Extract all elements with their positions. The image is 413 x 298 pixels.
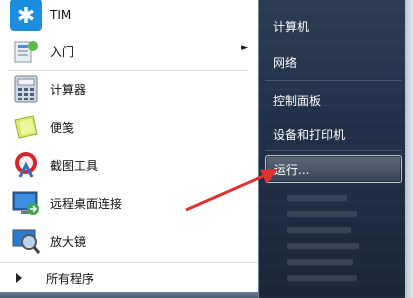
system-links-pane: 计算机 网络 控制面板 设备和打印机 运行... [259,0,413,298]
program-item-calculator[interactable]: 计算器 [8,70,256,108]
magnifier-icon [10,225,42,257]
all-programs-label: 所有程序 [46,271,95,286]
program-item-magnifier[interactable]: 放大镜 [8,222,256,260]
separator [265,150,402,151]
program-label: 便笺 [50,120,75,135]
svg-text:✱: ✱ [17,4,35,28]
program-label: 远程桌面连接 [50,196,123,211]
window-edge [405,0,413,298]
separator [265,80,402,81]
program-list-pane: ✱ TIM 入门 ► 计算器 便笺 截图工具 远程桌面连接 放大镜 所有程序 [0,0,259,298]
snipping-tool-icon [10,149,42,181]
all-programs-button[interactable]: 所有程序 [0,262,258,293]
menu-item-label: 控制面板 [273,93,322,108]
menu-item-label: 网络 [273,55,298,70]
program-label: 入门 [50,44,75,59]
program-label: 截图工具 [50,158,99,173]
sticky-notes-icon [10,111,42,143]
calculator-icon [10,73,42,105]
program-item-getting-started[interactable]: 入门 ► [8,32,256,70]
remote-desktop-icon [10,187,42,219]
bottom-strip [0,292,258,298]
menu-item-control-panel[interactable]: 控制面板 [265,86,402,114]
menu-item-devices-printers[interactable]: 设备和打印机 [265,120,402,148]
menu-item-network[interactable]: 网络 [265,48,402,76]
menu-item-label: 设备和打印机 [273,127,346,142]
tim-icon: ✱ [10,0,42,31]
program-label: 放大镜 [50,234,87,249]
program-item-tim[interactable]: ✱ TIM [8,0,256,34]
getting-started-icon [10,35,42,67]
menu-item-computer[interactable]: 计算机 [265,12,402,40]
program-item-sticky-notes[interactable]: 便笺 [8,108,256,146]
menu-item-label: 计算机 [273,19,310,34]
program-label: TIM [50,8,72,22]
submenu-arrow-icon: ► [241,43,248,53]
background-texture [259,0,413,298]
program-label: 计算器 [50,82,87,97]
expand-triangle-icon [16,273,22,283]
annotation-arrow-icon [185,169,278,212]
